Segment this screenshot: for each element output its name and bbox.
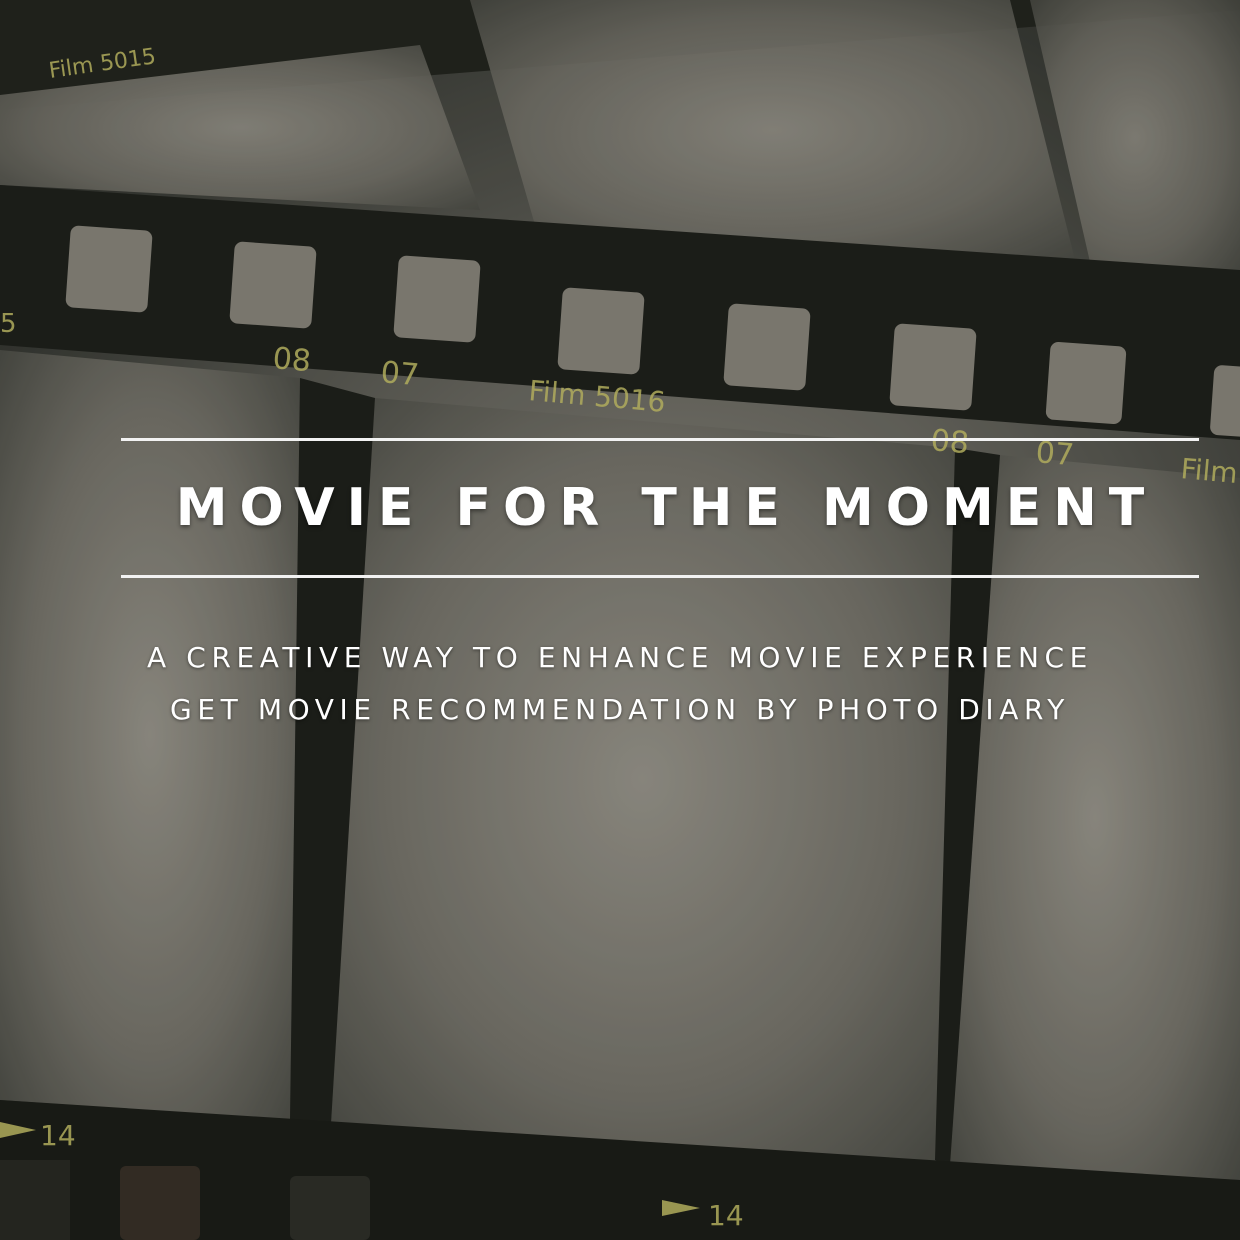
page-title: MOVIE FOR THE MOMENT xyxy=(175,478,1157,538)
hero-title-block: MOVIE FOR THE MOMENT xyxy=(120,438,1200,578)
tagline-line-2: GET MOVIE RECOMMENDATION BY PHOTO DIARY xyxy=(170,693,1070,726)
title-bottom-rule xyxy=(121,575,1199,578)
dim-overlay xyxy=(0,0,1240,1240)
hero-subtitles: A CREATIVE WAY TO ENHANCE MOVIE EXPERIEN… xyxy=(0,632,1240,736)
tagline-line-1: A CREATIVE WAY TO ENHANCE MOVIE EXPERIEN… xyxy=(147,641,1093,674)
hero-page: Film 5015 08 07 Film 5016 08 07 Film 14 … xyxy=(0,0,1240,1240)
film-strip-background: Film 5015 08 07 Film 5016 08 07 Film 14 … xyxy=(0,0,1240,1240)
